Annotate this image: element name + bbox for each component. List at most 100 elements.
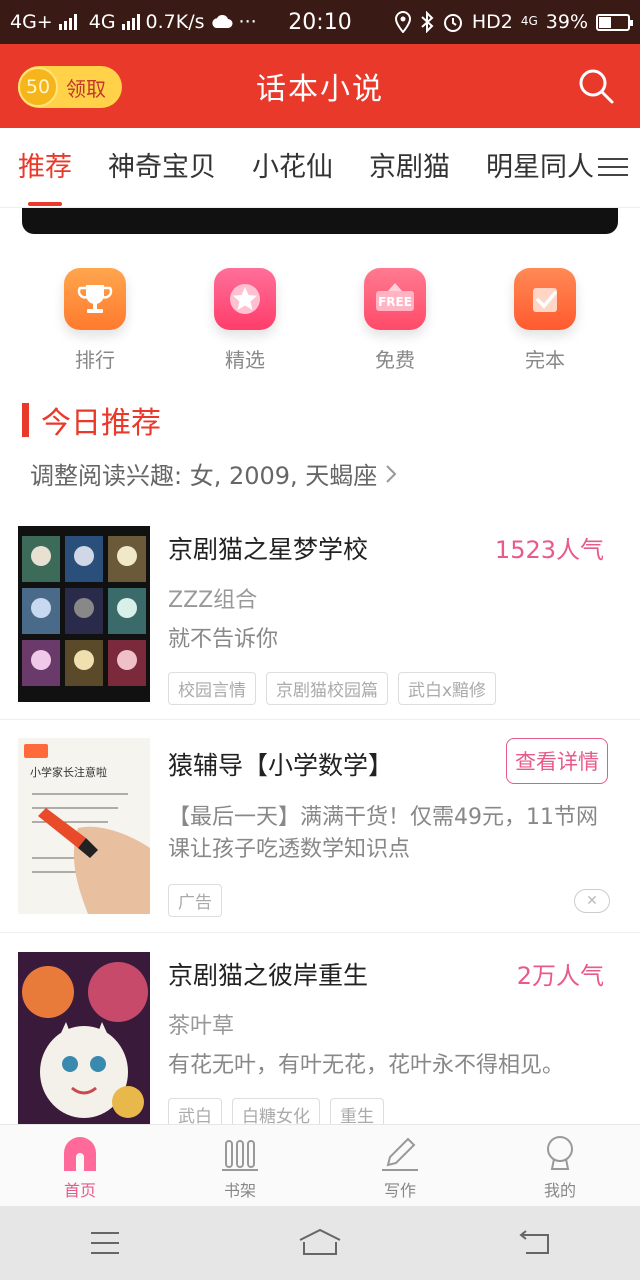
status-bar: 4G+ 4G 0.7K/s ··· 20:10 HD2 4G 39% (0, 0, 640, 44)
status-right: HD2 4G 39% (394, 11, 633, 33)
divider (0, 719, 640, 720)
ad-description: 【最后一天】满满干货！仅需49元，11节网课让孩子吃透数学知识点 (168, 805, 598, 862)
check-icon (514, 268, 576, 330)
ad-card[interactable]: 小学家长注意啦 猿辅导【小学数学】 查看详情 【最后一天】满满干货！仅需49元，… (0, 738, 640, 918)
ad-tags: 广告 (168, 884, 222, 917)
nav-home[interactable]: 首页 (0, 1125, 160, 1206)
profile-icon (547, 1136, 573, 1170)
network-type-right: 4G (88, 11, 116, 33)
tab-flower-fairy[interactable]: 小花仙 (234, 128, 351, 208)
view-details-button[interactable]: 查看详情 (506, 738, 608, 784)
pencil-icon (382, 1137, 418, 1171)
claim-label: 领取 (66, 76, 106, 101)
bottom-nav: 首页 书架 写作 我的 (0, 1124, 640, 1206)
search-icon[interactable] (576, 66, 616, 106)
ad-title: 猿辅导【小学数学】 (168, 751, 394, 780)
status-left: 4G+ 4G 0.7K/s ··· (10, 11, 257, 33)
app-title: 话本小说 (256, 72, 384, 107)
book-cover (18, 952, 150, 1124)
entry-ranking[interactable]: 排行 (40, 268, 150, 378)
close-ad-icon[interactable]: ✕ (574, 889, 610, 913)
book-description: 就不告诉你 (168, 627, 279, 652)
home-button-icon[interactable] (298, 1228, 342, 1258)
trophy-icon (64, 268, 126, 330)
entry-featured[interactable]: 精选 (190, 268, 300, 378)
network-speed: 0.7K/s (145, 11, 205, 33)
nav-home-label: 首页 (63, 1181, 96, 1200)
nav-bookshelf[interactable]: 书架 (160, 1125, 320, 1206)
book-description: 有花无叶，有叶无花，花叶永不得相见。 (168, 1053, 565, 1078)
coin-icon: 50 (18, 67, 58, 107)
app-root: 4G+ 4G 0.7K/s ··· 20:10 HD2 4G 39% 50 领取… (0, 0, 640, 1280)
quick-entries: 排行 精选 FREE 免费 完本 (0, 268, 640, 378)
entry-completed-label: 完本 (525, 348, 565, 372)
popularity-count: 1523人气 (494, 536, 604, 564)
entry-free-label: 免费 (375, 348, 415, 372)
section-accent-bar (22, 403, 29, 437)
book-title: 京剧猫之星梦学校 (168, 535, 369, 564)
section-title-text: 今日推荐 (41, 406, 161, 441)
ad-tag: 广告 (168, 884, 222, 917)
book-tags: 校园言情 京剧猫校园篇 武白x黯修 (168, 672, 497, 705)
book-cover (18, 526, 150, 702)
bookshelf-icon (222, 1140, 258, 1171)
claim-coins-button[interactable]: 50 领取 (18, 66, 122, 108)
adjust-interest-link[interactable]: 调整阅读兴趣: 女, 2009, 天蝎座 (30, 456, 397, 491)
nav-write-label: 写作 (383, 1181, 416, 1200)
entry-ranking-label: 排行 (75, 348, 115, 372)
entry-completed[interactable]: 完本 (490, 268, 600, 378)
book-author: 茶叶草 (168, 1014, 235, 1039)
entry-featured-label: 精选 (225, 348, 265, 372)
book-card[interactable]: 京剧猫之星梦学校 1523人气 ZZZ组合 就不告诉你 校园言情 京剧猫校园篇 … (0, 526, 640, 718)
tab-opera-cat[interactable]: 京剧猫 (351, 128, 468, 208)
network-type-left: 4G+ (10, 11, 53, 33)
entry-free[interactable]: FREE 免费 (340, 268, 450, 378)
nav-bookshelf-label: 书架 (223, 1181, 256, 1200)
more-indicator: ··· (238, 11, 257, 33)
tab-celebrity-fanfic[interactable]: 明星同人 (468, 128, 612, 208)
cloud-icon (211, 14, 233, 28)
book-tag[interactable]: 校园言情 (168, 672, 256, 705)
book-tag[interactable]: 京剧猫校园篇 (266, 672, 388, 705)
book-card[interactable]: 京剧猫之彼岸重生 2万人气 茶叶草 有花无叶，有叶无花，花叶永不得相见。 武白 … (0, 952, 640, 1124)
battery-icon (596, 13, 633, 31)
system-nav-bar (0, 1206, 640, 1280)
book-tag[interactable]: 武白x黯修 (398, 672, 497, 705)
alarm-icon (443, 14, 462, 32)
free-icon: FREE (364, 268, 426, 330)
ad-cover: 小学家长注意啦 (18, 738, 150, 914)
hd-indicator: HD2 (471, 11, 513, 33)
net-badge: 4G (520, 14, 538, 28)
book-author: ZZZ组合 (168, 588, 258, 613)
tab-recommend[interactable]: 推荐 (0, 128, 90, 208)
signal-icon (58, 14, 77, 30)
signal-icon-2 (121, 14, 140, 30)
free-badge-text: FREE (378, 295, 412, 309)
nav-profile-label: 我的 (543, 1181, 576, 1200)
menu-icon[interactable] (88, 1229, 122, 1257)
section-title: 今日推荐 (22, 398, 161, 442)
location-icon (394, 11, 411, 33)
banner-carousel[interactable] (22, 208, 618, 234)
nav-profile[interactable]: 我的 (480, 1125, 640, 1206)
bluetooth-icon (421, 11, 434, 33)
chevron-right-icon (386, 464, 397, 483)
tabs-menu-icon[interactable] (596, 152, 630, 182)
popularity-count: 2万人气 (516, 962, 604, 990)
tab-pokemon[interactable]: 神奇宝贝 (90, 128, 234, 208)
star-icon (214, 268, 276, 330)
app-header: 50 领取 话本小说 (0, 44, 640, 128)
book-title: 京剧猫之彼岸重生 (168, 961, 369, 990)
book-tag[interactable]: 重生 (330, 1098, 384, 1124)
divider (0, 932, 640, 933)
book-tag[interactable]: 白糖女化 (232, 1098, 320, 1124)
back-icon[interactable] (518, 1229, 552, 1257)
home-icon (64, 1137, 96, 1171)
nav-write[interactable]: 写作 (320, 1125, 480, 1206)
adjust-interest-text: 调整阅读兴趣: 女, 2009, 天蝎座 (30, 462, 378, 490)
ad-cover-caption: 小学家长注意啦 (30, 765, 107, 779)
battery-fill (599, 16, 611, 28)
category-tabs: 推荐 神奇宝贝 小花仙 京剧猫 明星同人 (0, 128, 640, 208)
book-tag[interactable]: 武白 (168, 1098, 222, 1124)
book-tags: 武白 白糖女化 重生 (168, 1098, 384, 1124)
